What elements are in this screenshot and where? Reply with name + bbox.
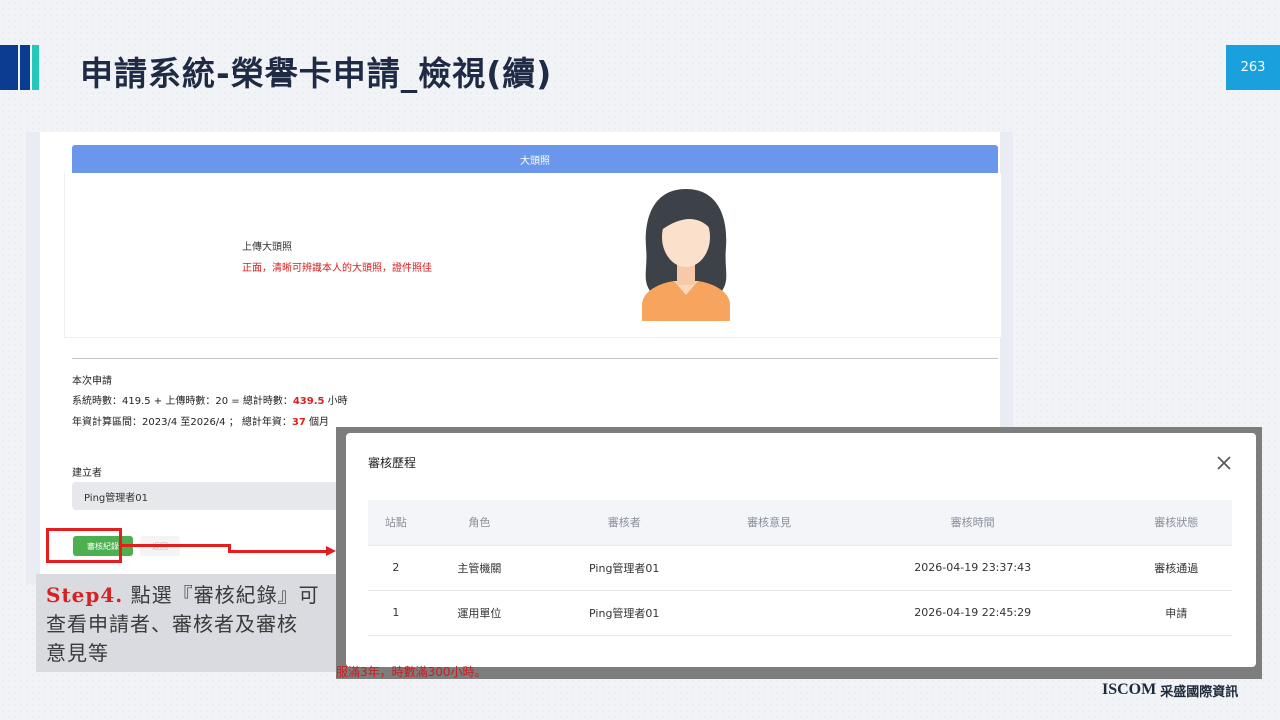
- avatar-placeholder-icon: [642, 189, 730, 321]
- application-section-title: 本次申請: [72, 376, 112, 387]
- company-logo: ISCOM 采盛國際資訊: [1102, 676, 1268, 704]
- callout-arrow: [122, 544, 230, 547]
- step-line-3: 意見等: [46, 641, 109, 665]
- step-callout: Step4. 點選『審核紀錄』可 查看申請者、審核者及審核 意見等: [36, 574, 356, 672]
- section-divider: [72, 358, 998, 359]
- table-row: 2 主管機關 Ping管理者01 2026-04-19 23:37:43 審核通…: [368, 545, 1232, 591]
- cell-comment: [713, 590, 825, 636]
- column-header: 審核時間: [824, 500, 1121, 546]
- hours-summary-suffix: 小時: [324, 396, 348, 407]
- close-icon[interactable]: [1212, 451, 1236, 475]
- step-line-2: 查看申請者、審核者及審核: [46, 612, 298, 636]
- column-header: 審核意見: [713, 500, 825, 546]
- page-number: 263: [1226, 45, 1280, 90]
- upload-photo-hint: 正面，清晰可辨識本人的大頭照，證件照佳: [242, 263, 432, 274]
- column-header: 審核狀態: [1120, 500, 1232, 546]
- step-text-1: 點選『審核紀錄』可: [123, 583, 320, 607]
- table-row: 1 運用單位 Ping管理者01 2026-04-19 22:45:29 申請: [368, 590, 1232, 636]
- column-header: 角色: [423, 500, 536, 546]
- callout-arrow-head: [326, 546, 336, 556]
- cell-reviewer: Ping管理者01: [535, 590, 714, 636]
- cell-station: 2: [368, 545, 424, 591]
- cell-station: 1: [368, 590, 424, 636]
- logo-text-en: ISCOM: [1102, 681, 1157, 698]
- hours-summary: 系統時數：419.5 + 上傳時數：20 = 總計時數：439.5 小時: [72, 392, 348, 407]
- callout-arrow: [228, 550, 328, 553]
- cell-time: 2026-04-19 23:37:43: [824, 545, 1121, 591]
- step-line-1: Step4. 點選『審核紀錄』可: [46, 581, 346, 610]
- table-header-row: 站點 角色 審核者 審核意見 審核時間 審核狀態: [368, 500, 1232, 546]
- modal-title: 審核歷程: [368, 456, 417, 470]
- column-header: 站點: [368, 500, 424, 546]
- photo-section-header: 大頭照: [72, 145, 998, 173]
- slide-title: 申請系統-榮譽卡申請_檢視(續): [80, 54, 553, 93]
- creator-field: Ping管理者01: [72, 482, 362, 510]
- years-summary: 年資計算區間：2023/4 至2026/4 ； 總計年資：37 個月: [72, 413, 329, 428]
- review-history-table: 站點 角色 審核者 審核意見 審核時間 審核狀態 2 主管機關 Ping管理者0…: [368, 500, 1232, 636]
- cell-reviewer: Ping管理者01: [535, 545, 714, 591]
- header-accent-bar: [20, 45, 30, 90]
- cell-status: 申請: [1120, 590, 1232, 636]
- upload-photo-label: 上傳大頭照: [242, 242, 292, 253]
- header-accent-bar: [0, 45, 18, 90]
- logo-text-zh: 采盛國際資訊: [1160, 684, 1239, 700]
- years-total: 37: [291, 417, 306, 428]
- cell-role: 運用單位: [423, 590, 536, 636]
- requirement-note: 服滿3年，時數滿300小時。: [336, 665, 487, 679]
- cell-role: 主管機關: [423, 545, 536, 591]
- highlight-box: [46, 528, 122, 563]
- hours-total: 439.5: [292, 396, 325, 407]
- hours-summary-prefix: 系統時數：419.5 + 上傳時數：20 = 總計時數：: [72, 396, 293, 407]
- cell-status: 審核通過: [1120, 545, 1232, 591]
- review-history-modal: 審核歷程 站點 角色 審核者 審核意見 審核時間 審核狀態 2 主管機關 Pin…: [346, 433, 1256, 667]
- years-summary-prefix: 年資計算區間：2023/4 至2026/4 ； 總計年資：: [72, 417, 292, 428]
- column-header: 審核者: [535, 500, 714, 546]
- step-number: Step4.: [46, 583, 124, 607]
- photo-panel: [64, 173, 1002, 338]
- cell-time: 2026-04-19 22:45:29: [824, 590, 1121, 636]
- years-summary-suffix: 個月: [305, 417, 330, 428]
- creator-label: 建立者: [72, 468, 102, 479]
- header-accent-bar-teal: [32, 45, 39, 90]
- cell-comment: [713, 545, 825, 591]
